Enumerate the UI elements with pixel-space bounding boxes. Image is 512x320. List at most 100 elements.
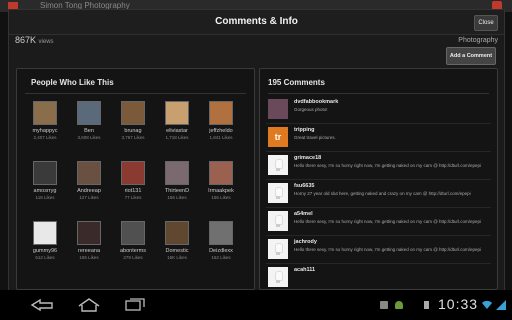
comment-author[interactable]: tripping [294,127,314,133]
default-avatar-icon[interactable] [268,211,288,231]
add-comment-button[interactable]: Add a Comment [446,47,496,65]
liker-avatar[interactable] [209,221,233,245]
liker-name: gummy96 [32,248,58,254]
commenter-avatar[interactable]: tr [268,127,288,147]
comment-author[interactable]: jachrody [294,239,317,245]
liker-likes-count: 3,608 Likes [77,135,101,140]
liker-name: Irmaakpek [208,188,234,194]
comment-author[interactable]: fsu6635 [294,183,315,189]
commenter-avatar[interactable] [268,99,288,119]
liker-avatar[interactable] [121,161,145,185]
close-button[interactable]: Close [474,15,498,31]
usb-icon [380,301,388,309]
liker-name: jeffzheldo [209,128,233,134]
liker-item[interactable]: abonterms 279 Likes [113,221,153,260]
home-icon[interactable] [76,298,102,312]
views-number: 867K [15,35,37,45]
liker-name: Deizdlexx [209,248,233,254]
battery-icon [424,301,429,309]
liker-item[interactable]: amosrryg 118 Likes [25,161,65,200]
comment-text: Gorgeous photo! [294,107,328,112]
comment-item[interactable]: grimace18 Hello there sexy, I'm so horny … [266,153,491,180]
comment-text: Hello there sexy, I'm so horny right now… [294,163,482,168]
liker-avatar[interactable] [121,101,145,125]
default-avatar-icon[interactable] [268,155,288,175]
dialog-title: Comments & Info [215,16,298,27]
views-label: views [38,39,54,45]
liker-item[interactable]: jeffzheldo 1,841 Likes [201,101,241,140]
back-icon[interactable] [30,298,56,312]
liker-likes-count: 612 Likes [35,255,55,260]
liker-avatar[interactable] [165,101,189,125]
liker-likes-count: 156 Likes [211,195,231,200]
liker-avatar[interactable] [165,221,189,245]
liker-avatar[interactable] [121,221,145,245]
liker-item[interactable]: Irmaakpek 156 Likes [201,161,241,200]
default-avatar-icon[interactable] [268,183,288,203]
comment-item[interactable]: jachrody Hello there sexy, I'm so horny r… [266,237,491,264]
comment-text: Great travel pictures. [294,135,336,140]
liker-likes-count: 2,407 Likes [33,135,57,140]
liker-item[interactable]: ThirteenD 156 Likes [157,161,197,200]
comment-text [294,275,490,287]
comment-item[interactable]: tr tripping Great travel pictures. [266,125,491,152]
liker-name: eliviastar [166,128,188,134]
default-avatar-icon[interactable] [268,267,288,287]
liker-avatar[interactable] [33,161,57,185]
liker-name: Domestic [165,248,189,254]
liker-name: Andreeap [77,188,101,194]
signal-icon [496,300,506,310]
liker-avatar[interactable] [77,221,101,245]
android-icon [395,301,403,309]
liker-name: amosrryg [33,188,57,194]
comment-item[interactable]: dvdfabbookmark Gorgeous photo! [266,97,491,124]
liker-likes-count: 1,718 Likes [165,135,189,140]
liker-likes-count: 165 Likes [79,255,99,260]
comments-title: 195 Comments [268,78,325,87]
lightbulb-base [276,196,280,199]
liker-item[interactable]: Ben 3,608 Likes [69,101,109,140]
comment-item[interactable]: acah111 [266,265,491,289]
liker-item[interactable]: Andreeap 127 Likes [69,161,109,200]
comment-item[interactable]: a54mel Hello there sexy, I'm so horny rig… [266,209,491,236]
liker-item[interactable]: riot131 77 Likes [113,161,153,200]
comment-text: Hello there sexy, I'm so horny right now… [294,219,482,224]
liker-item[interactable]: rereeana 165 Likes [69,221,109,260]
category-label: Photography [458,37,498,44]
comment-author[interactable]: dvdfabbookmark [294,99,338,105]
liker-name: abonterms [120,248,146,254]
liker-item[interactable]: eliviastar 1,718 Likes [157,101,197,140]
liker-name: rereeana [77,248,101,254]
liker-item[interactable]: myhappyc 2,407 Likes [25,101,65,140]
comment-author[interactable]: acah111 [294,267,315,273]
liker-item[interactable]: brunag 3,767 Likes [113,101,153,140]
liker-item[interactable]: Domestic 15K Likes [157,221,197,260]
dialog-header: Comments & Info Close [9,10,504,35]
liker-avatar[interactable] [33,101,57,125]
views-count: 867K views [15,35,54,45]
comments-panel[interactable]: 195 Comments dvdfabbookmark Gorgeous phot… [259,68,498,290]
liker-avatar[interactable] [209,101,233,125]
comment-author[interactable]: a54mel [294,211,313,217]
liker-likes-count: 279 Likes [123,255,143,260]
liker-item[interactable]: gummy96 612 Likes [25,221,65,260]
comment-text: Hello there sexy, I'm so horny right now… [294,247,482,252]
lightbulb-base [276,224,280,227]
comment-author[interactable]: grimace18 [294,155,321,161]
liker-name: ThirteenD [164,188,190,194]
liker-name: riot131 [124,188,142,194]
liker-likes-count: 127 Likes [79,195,99,200]
liker-avatar[interactable] [33,221,57,245]
recent-apps-icon[interactable] [122,298,148,312]
liker-avatar[interactable] [77,161,101,185]
default-avatar-icon[interactable] [268,239,288,259]
liker-avatar[interactable] [77,101,101,125]
liker-likes-count: 77 Likes [124,195,142,200]
liker-name: Ben [84,128,94,134]
liker-avatar[interactable] [165,161,189,185]
liker-avatar[interactable] [209,161,233,185]
liker-item[interactable]: Deizdlexx 162 Likes [201,221,241,260]
liker-likes-count: 3,767 Likes [121,135,145,140]
clock: 10:33 [438,296,479,312]
comment-item[interactable]: fsu6635 Horny 27 year old slut here, gett… [266,181,491,208]
